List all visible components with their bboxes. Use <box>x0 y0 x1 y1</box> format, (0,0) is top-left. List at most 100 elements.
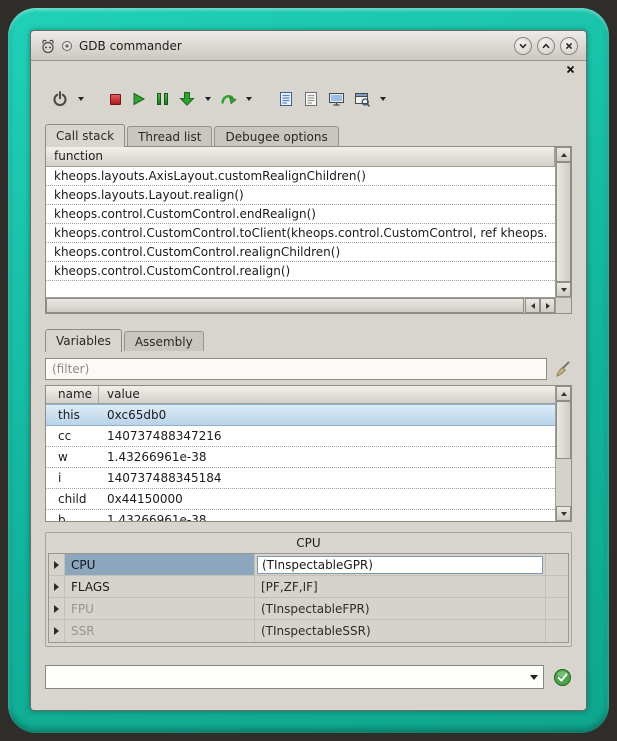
step-into-button[interactable] <box>176 87 198 111</box>
callstack-frame-row[interactable]: kheops.control.CustomControl.realign() <box>46 262 555 281</box>
broom-icon <box>553 360 571 378</box>
watch-window-icon <box>354 91 371 108</box>
scroll-right-button[interactable] <box>540 298 555 313</box>
cpu-row[interactable]: FLAGS [PF,ZF,IF] <box>49 576 568 598</box>
cpu-row[interactable]: SSR (TInspectableSSR) <box>49 620 568 642</box>
filter-input[interactable] <box>45 358 547 380</box>
maximize-button[interactable] <box>537 37 555 55</box>
register-group-value[interactable]: [PF,ZF,IF] <box>255 576 546 597</box>
horizontal-scrollbar[interactable] <box>46 297 555 313</box>
variable-row[interactable]: this 0xc65db0 <box>46 404 555 426</box>
grid-spacer <box>546 620 568 642</box>
tab-thread-list[interactable]: Thread list <box>127 126 212 146</box>
register-group-value[interactable]: (TInspectableFPR) <box>255 598 546 619</box>
scrollbar-thumb[interactable] <box>46 298 524 313</box>
memory-window-button[interactable] <box>326 87 347 111</box>
variables-panel: name value this 0xc65db0 cc 140737488347… <box>45 385 572 522</box>
variable-row[interactable]: cc 140737488347216 <box>46 426 555 447</box>
scroll-up-button[interactable] <box>556 147 571 162</box>
callstack-frame-row[interactable]: kheops.control.CustomControl.toClient(kh… <box>46 224 555 243</box>
arrow-up-icon <box>561 153 567 157</box>
arrow-down-icon <box>561 288 567 292</box>
stop-button[interactable] <box>108 87 123 111</box>
pin-icon[interactable] <box>61 40 73 52</box>
variable-name: this <box>46 408 99 422</box>
run-button[interactable] <box>128 87 148 111</box>
grid-spacer <box>546 576 568 597</box>
scroll-up-button[interactable] <box>556 386 571 401</box>
variable-value: 1.43266961e-38 <box>99 450 555 464</box>
arrow-down-icon <box>561 512 567 516</box>
column-header-name[interactable]: name <box>46 386 99 403</box>
scroll-down-button[interactable] <box>556 506 571 521</box>
variable-row[interactable]: b 1.43266961e-38 <box>46 510 555 522</box>
dropdown-arrow-icon[interactable] <box>380 97 386 101</box>
execute-command-button[interactable] <box>552 667 572 687</box>
dropdown-arrow-icon[interactable] <box>78 97 84 101</box>
expander-icon[interactable] <box>49 620 65 642</box>
callstack-frame-row[interactable]: kheops.control.CustomControl.realignChil… <box>46 243 555 262</box>
column-header-value[interactable]: value <box>99 386 555 403</box>
vertical-scrollbar[interactable] <box>555 147 571 297</box>
tab-assembly[interactable]: Assembly <box>124 331 204 351</box>
register-value-editor[interactable]: (TInspectableGPR) <box>257 556 543 574</box>
expander-icon[interactable] <box>49 576 65 597</box>
power-button[interactable] <box>49 87 71 111</box>
close-icon <box>564 41 574 51</box>
scrollbar-track[interactable] <box>556 162 571 282</box>
scrollbar-track[interactable] <box>556 401 571 506</box>
grid-spacer <box>546 554 568 575</box>
scrollbar-thumb[interactable] <box>556 401 571 459</box>
register-group-name[interactable]: FLAGS <box>65 576 255 597</box>
clear-filter-button[interactable] <box>552 359 572 379</box>
expander-icon[interactable] <box>49 554 65 575</box>
tab-call-stack[interactable]: Call stack <box>45 124 125 147</box>
callstack-column-header[interactable]: function <box>46 147 555 167</box>
variable-row[interactable]: child 0x44150000 <box>46 489 555 510</box>
combobox-dropdown-button[interactable] <box>525 666 543 688</box>
callstack-frame-row[interactable]: kheops.control.CustomControl.endRealign(… <box>46 205 555 224</box>
cpu-row[interactable]: FPU (TInspectableFPR) <box>49 598 568 620</box>
register-group-value[interactable]: (TInspectableSSR) <box>255 620 546 642</box>
register-group-value: (TInspectableGPR) <box>255 554 546 575</box>
tab-variables[interactable]: Variables <box>45 329 122 352</box>
call-stack-window-button[interactable] <box>276 87 296 111</box>
variable-value: 140737488347216 <box>99 429 555 443</box>
stop-icon <box>110 94 121 105</box>
expander-icon[interactable] <box>49 598 65 619</box>
minimize-button[interactable] <box>514 37 532 55</box>
watch-window-button[interactable] <box>352 87 373 111</box>
arrow-left-icon <box>531 303 535 309</box>
register-group-name[interactable]: CPU <box>65 554 255 575</box>
vertical-scrollbar[interactable] <box>555 386 571 521</box>
dropdown-arrow-icon[interactable] <box>246 97 252 101</box>
pause-button[interactable] <box>153 87 171 111</box>
dock-close-button[interactable] <box>564 63 576 75</box>
scrollbar-thumb[interactable] <box>556 162 571 282</box>
step-into-icon <box>178 90 196 108</box>
scrollbar-track[interactable] <box>46 298 525 313</box>
tab-debugee-options[interactable]: Debugee options <box>214 126 338 146</box>
step-over-button[interactable] <box>217 87 239 111</box>
cpu-register-tree: CPU (TInspectableGPR) FLAGS [PF,ZF,IF] F… <box>48 553 569 643</box>
variable-name: cc <box>46 429 99 443</box>
cpu-row[interactable]: CPU (TInspectableGPR) <box>49 554 568 576</box>
scroll-down-button[interactable] <box>556 282 571 297</box>
callstack-frame-row[interactable]: kheops.layouts.Layout.realign() <box>46 186 555 205</box>
cpu-group-title: CPU <box>48 535 569 553</box>
scroll-left-button[interactable] <box>525 298 540 313</box>
variable-row[interactable]: i 140737488345184 <box>46 468 555 489</box>
step-over-icon <box>219 90 237 108</box>
register-group-name[interactable]: FPU <box>65 598 255 619</box>
app-icon[interactable] <box>39 37 57 55</box>
command-combobox[interactable] <box>45 665 544 689</box>
close-button[interactable] <box>560 37 578 55</box>
callstack-frame-row[interactable]: kheops.layouts.AxisLayout.customRealignC… <box>46 167 555 186</box>
dropdown-arrow-icon[interactable] <box>205 97 211 101</box>
register-group-name[interactable]: SSR <box>65 620 255 642</box>
variable-row[interactable]: w 1.43266961e-38 <box>46 447 555 468</box>
document-lines-icon <box>303 91 319 107</box>
disassembly-window-button[interactable] <box>301 87 321 111</box>
check-circle-icon <box>553 668 572 687</box>
titlebar[interactable]: GDB commander <box>31 31 586 61</box>
